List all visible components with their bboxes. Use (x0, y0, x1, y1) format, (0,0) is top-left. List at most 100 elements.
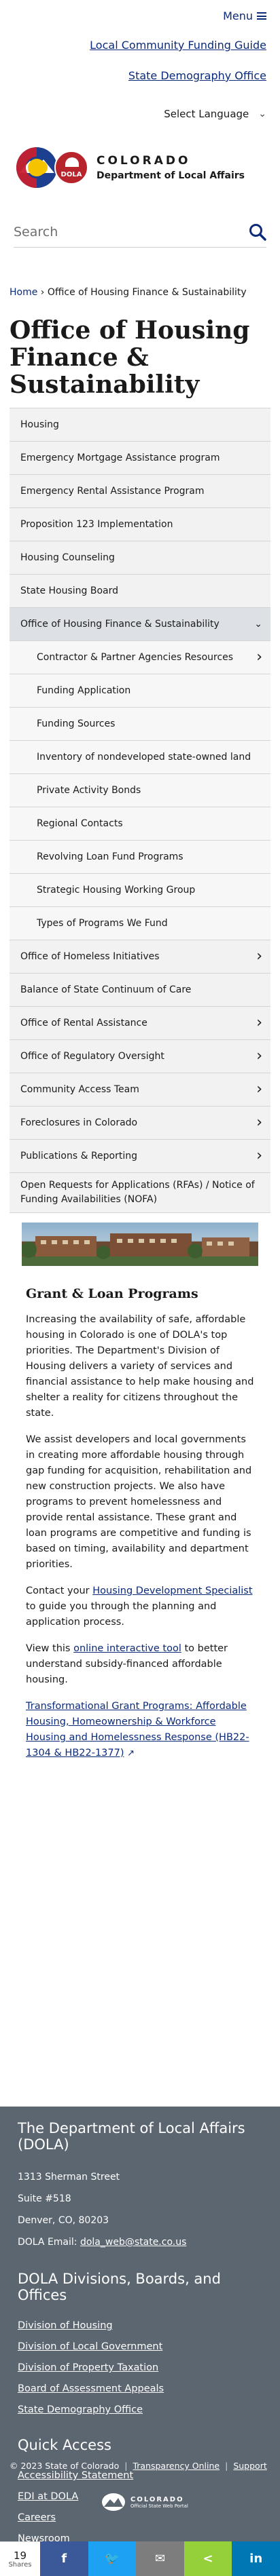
content-paragraph-5: Transformational Grant Programs: Afforda… (26, 1699, 254, 1761)
footer-link[interactable]: Division of Housing (18, 2320, 113, 2331)
portal-logo-text: COLORADO Official State Web Portal (130, 2496, 188, 2509)
logo-department: Department of Local Affairs (97, 170, 245, 181)
breadcrumb-home-link[interactable]: Home (10, 287, 37, 298)
sidebar-item-label: Office of Regulatory Oversight (20, 1050, 164, 1062)
site-logo[interactable]: DOLA COLORADO Department of Local Affair… (0, 120, 280, 195)
footer-list-item: Division of Housing (18, 2315, 264, 2337)
content-paragraph-2: We assist developers and local governmen… (26, 1434, 252, 1570)
footer-contact: The Department of Local Affairs (DOLA) 1… (0, 2107, 280, 2253)
sidebar-item[interactable]: Emergency Rental Assistance Program (10, 475, 270, 508)
footer-link[interactable]: EDI at DOLA (18, 2491, 78, 2502)
logo-state: COLORADO (97, 154, 191, 168)
sidebar-item[interactable]: Office of Homeless Initiatives › (10, 940, 270, 974)
sidebar-item[interactable]: Housing Counseling (10, 541, 270, 575)
online-interactive-tool-link[interactable]: online interactive tool (73, 1643, 181, 1654)
linkedin-share-button[interactable]: in (232, 2541, 280, 2576)
sidebar-item[interactable]: Private Activity Bonds (10, 774, 270, 807)
sidebar-item[interactable]: Office of Regulatory Oversight › (10, 1040, 270, 1073)
sidebar-item[interactable]: Office of Rental Assistance › (10, 1007, 270, 1040)
language-select[interactable]: Select Language ⌄ (164, 108, 266, 120)
sidebar-item[interactable]: Regional Contacts (10, 807, 270, 841)
footer-link[interactable]: State Demography Office (18, 2404, 143, 2415)
sidebar-item-label: Foreclosures in Colorado (20, 1117, 138, 1128)
site-footer: The Department of Local Affairs (DOLA) 1… (0, 2107, 280, 2576)
sidebar-item-label: State Housing Board (20, 585, 119, 596)
footer-link[interactable]: Division of Property Taxation (18, 2362, 158, 2373)
p3-text-before: Contact your (26, 1585, 93, 1596)
sidebar-item[interactable]: Strategic Housing Working Group (10, 874, 270, 907)
sidebar-item-label: Publications & Reporting (20, 1150, 137, 1161)
sidebar-item-label: Office of Housing Finance & Sustainabili… (20, 618, 220, 630)
sidebar-item[interactable]: Balance of State Continuum of Care (10, 974, 270, 1007)
p3-text-after: to guide you through the planning and ap… (26, 1601, 217, 1628)
sidebar-item[interactable]: Funding Sources (10, 708, 270, 741)
chevron-right-icon[interactable]: › (256, 1082, 262, 1097)
dola-email-link[interactable]: dola_web@state.co.us (80, 2237, 186, 2248)
sidebar-item[interactable]: Contractor & Partner Agencies Resources › (10, 641, 270, 674)
footer-link[interactable]: Board of Assessment Appeals (18, 2383, 164, 2394)
sidebar-item[interactable]: Office of Housing Finance & Sustainabili… (10, 608, 270, 641)
chevron-right-icon[interactable]: › (256, 949, 262, 964)
transparency-online-link[interactable]: Transparency Online (133, 2461, 220, 2471)
email-share-button[interactable]: ✉ (136, 2541, 184, 2576)
footer-list-item: Division of Property Taxation (18, 2358, 264, 2379)
sidebar-item[interactable]: Open Requests for Applications (RFAs) / … (10, 1173, 270, 1213)
footer-list-item: Division of Local Government (18, 2337, 264, 2358)
chevron-down-icon[interactable]: ⌄ (254, 617, 262, 632)
sidebar-item-label: Emergency Rental Assistance Program (20, 485, 205, 497)
chevron-right-icon[interactable]: › (256, 1149, 262, 1164)
footer-link[interactable]: Accessibility Statement (18, 2470, 133, 2481)
divisions-list: Division of Housing Division of Local Gov… (18, 2315, 264, 2421)
support-link[interactable]: Support (233, 2461, 266, 2471)
copyright: © 2023 State of Colorado (10, 2461, 120, 2471)
sidebar-item[interactable]: Foreclosures in Colorado › (10, 1107, 270, 1140)
chevron-right-icon[interactable]: › (256, 1049, 262, 1064)
share-count-number: 19 (13, 2549, 27, 2562)
sharethis-share-button[interactable]: < (183, 2541, 232, 2576)
state-demography-office-link[interactable]: State Demography Office (14, 69, 266, 82)
menu-button[interactable]: Menu (223, 9, 266, 22)
sidebar-item[interactable]: Housing (10, 408, 270, 442)
content-heading: Grant & Loan Programs (26, 1286, 198, 1301)
sidebar-item[interactable]: Proposition 123 Implementation (10, 508, 270, 541)
hamburger-icon (257, 12, 266, 20)
colorado-portal-logo[interactable]: COLORADO Official State Web Portal (102, 2493, 188, 2511)
search-input[interactable]: Search (14, 225, 58, 239)
housing-development-specialist-link[interactable]: Housing Development Specialist (92, 1585, 252, 1596)
sidebar-item[interactable]: Emergency Mortgage Assistance program (10, 442, 270, 475)
sidebar-item-label: Emergency Mortgage Assistance program (20, 452, 220, 463)
content-paragraph-3: Contact your Housing Development Special… (26, 1583, 254, 1630)
footer-link[interactable]: Careers (18, 2512, 56, 2523)
chevron-right-icon[interactable]: › (256, 650, 262, 665)
footer-link[interactable]: Division of Local Government (18, 2341, 162, 2352)
sidebar-item[interactable]: Inventory of nondeveloped state-owned la… (10, 741, 270, 774)
sidebar-item[interactable]: Publications & Reporting › (10, 1140, 270, 1173)
chevron-right-icon[interactable]: › (256, 1016, 262, 1031)
sidebar-item-label: Proposition 123 Implementation (20, 518, 173, 530)
local-community-funding-guide-link[interactable]: Local Community Funding Guide (14, 39, 266, 52)
address-line-3: Denver, CO, 80203 (18, 2215, 109, 2226)
chevron-right-icon[interactable]: › (256, 1115, 262, 1130)
search-icon[interactable] (249, 223, 266, 241)
page-title: Office of Housing Finance & Sustainabili… (10, 316, 250, 399)
main-content: Grant & Loan Programs Increasing the ava… (0, 1266, 280, 1761)
sidebar-item[interactable]: Funding Application (10, 674, 270, 708)
footer-list-item: Board of Assessment Appeals (18, 2379, 264, 2400)
sidebar-item[interactable]: State Housing Board (10, 575, 270, 608)
sidebar-item-label: Regional Contacts (37, 818, 123, 829)
sidebar-item[interactable]: Revolving Loan Fund Programs (10, 841, 270, 874)
sidebar-item[interactable]: Types of Programs We Fund (10, 907, 270, 940)
facebook-share-button[interactable]: f (40, 2541, 88, 2576)
twitter-icon: 🐦 (104, 2552, 120, 2566)
footer-list-item: State Demography Office (18, 2400, 264, 2421)
transformational-grant-programs-link[interactable]: Transformational Grant Programs: Afforda… (26, 1701, 249, 1758)
side-nav: Housing Emergency Mortgage Assistance pro… (10, 408, 270, 1213)
facebook-icon: f (61, 2552, 67, 2566)
footer-dept-title: The Department of Local Affairs (DOLA) (18, 2120, 245, 2153)
footer-address: 1313 Sherman Street Suite #518 Denver, C… (18, 2166, 264, 2253)
twitter-share-button[interactable]: 🐦 (88, 2541, 137, 2576)
dola-badge-icon: DOLA (54, 151, 88, 185)
breadcrumb: Home › Office of Housing Finance & Susta… (10, 287, 270, 298)
sidebar-item[interactable]: Community Access Team › (10, 1073, 270, 1107)
address-line-2: Suite #518 (18, 2193, 71, 2204)
